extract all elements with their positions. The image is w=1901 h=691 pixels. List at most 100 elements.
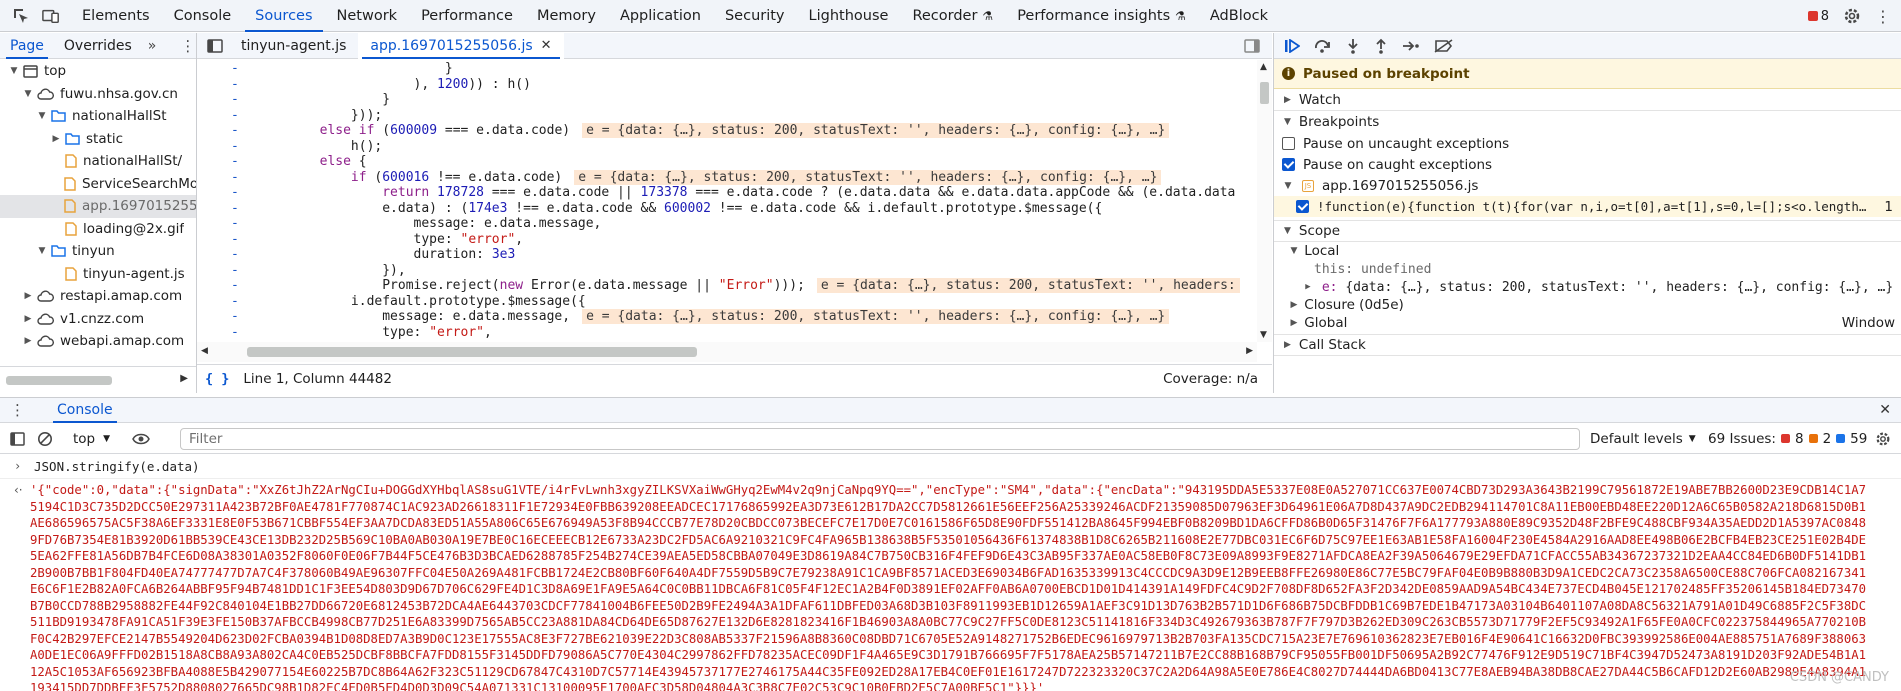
tab-console[interactable]: Console bbox=[162, 0, 244, 32]
breakpoint-file-row[interactable]: ▼ JS app.1697015255056.js bbox=[1274, 175, 1901, 196]
tree-item[interactable]: app.16970152550 bbox=[0, 195, 196, 218]
step-over-icon[interactable] bbox=[1314, 39, 1332, 53]
tab-sources[interactable]: Sources bbox=[243, 0, 324, 32]
tab-lighthouse[interactable]: Lighthouse bbox=[797, 0, 901, 32]
scope-closure[interactable]: ▶ Closure (0d5e) bbox=[1274, 296, 1901, 314]
tree-item[interactable]: ▶ restapi.amap.com bbox=[0, 285, 196, 308]
toggle-debugger-icon[interactable] bbox=[1244, 39, 1260, 53]
scroll-thumb[interactable] bbox=[247, 347, 697, 357]
resume-icon[interactable] bbox=[1284, 38, 1300, 53]
step-icon[interactable] bbox=[1402, 39, 1420, 53]
console-sidebar-icon[interactable] bbox=[10, 431, 25, 446]
issues-counter[interactable]: 69 Issues: 8 2 59 bbox=[1708, 431, 1867, 447]
code-editor[interactable]: - } - ), 1200)) : h() - } - })); - else if (… bbox=[197, 60, 1257, 342]
scroll-thumb[interactable] bbox=[1260, 82, 1269, 104]
settings-gear-icon[interactable] bbox=[1843, 7, 1861, 25]
scroll-left-arrow-icon[interactable]: ◀ bbox=[201, 346, 208, 356]
scope-local[interactable]: ▼ Local bbox=[1274, 242, 1901, 260]
editor-tab-app[interactable]: app.1697015255056.js ✕ bbox=[358, 32, 564, 59]
step-out-icon[interactable] bbox=[1374, 38, 1388, 54]
code-text: message: e.data.message, e = {data: {…}, … bbox=[257, 309, 1170, 325]
tab-network[interactable]: Network bbox=[325, 0, 410, 32]
tab-security[interactable]: Security bbox=[713, 0, 797, 32]
diff-gutter-marker: - bbox=[231, 154, 239, 169]
tree-item[interactable]: nationalHallSt/ bbox=[0, 150, 196, 173]
scope-global[interactable]: ▶ Global Window bbox=[1274, 314, 1901, 332]
scope-e[interactable]: ▶ e: {data: {…}, status: 200, statusText… bbox=[1274, 278, 1901, 296]
device-toolbar-icon[interactable] bbox=[42, 7, 60, 25]
navigator-menu-icon[interactable]: ⋮ bbox=[180, 37, 195, 55]
scroll-down-arrow-icon[interactable]: ▼ bbox=[1260, 330, 1267, 340]
inspect-element-icon[interactable] bbox=[12, 7, 30, 25]
editor-hscrollbar[interactable]: ◀ ▶ bbox=[197, 342, 1257, 362]
callstack-section[interactable]: ▶ Call Stack bbox=[1274, 334, 1901, 356]
tree-item[interactable]: ▼ top bbox=[0, 60, 196, 83]
tab-adblock[interactable]: AdBlock bbox=[1198, 0, 1280, 32]
tree-item[interactable]: ▶ v1.cnzz.com bbox=[0, 308, 196, 331]
drawer-tab-label: Console bbox=[57, 402, 113, 418]
close-tab-icon[interactable]: ✕ bbox=[541, 38, 552, 53]
tree-item[interactable]: tinyun-agent.js bbox=[0, 263, 196, 286]
coverage-status[interactable]: Coverage: n/a bbox=[1163, 371, 1258, 387]
breakpoint-checkbox[interactable] bbox=[1296, 200, 1309, 213]
live-expression-eye-icon[interactable] bbox=[132, 433, 150, 445]
more-options-icon[interactable]: ⋮ bbox=[1875, 7, 1891, 26]
tree-item[interactable]: ▶ webapi.amap.com bbox=[0, 330, 196, 353]
tab-page[interactable]: Page bbox=[0, 33, 54, 59]
code-text: })); bbox=[257, 107, 383, 123]
tab-recorder[interactable]: Recorder ⚗ bbox=[900, 0, 1005, 32]
deactivate-breakpoints-icon[interactable] bbox=[1434, 38, 1454, 53]
scroll-thumb[interactable] bbox=[6, 376, 112, 385]
console-command-row[interactable]: › JSON.stringify(e.data) bbox=[0, 455, 1901, 479]
pause-caught-row[interactable]: Pause on caught exceptions bbox=[1274, 154, 1901, 175]
diff-gutter-marker: - bbox=[231, 61, 239, 76]
tab-performance[interactable]: Performance bbox=[409, 0, 525, 32]
filter-input[interactable]: Filter bbox=[180, 428, 1580, 450]
editor-tab-label: tinyun-agent.js bbox=[241, 37, 347, 54]
scope-section[interactable]: ▼ Scope bbox=[1274, 220, 1901, 242]
breakpoints-section[interactable]: ▼ Breakpoints bbox=[1274, 111, 1901, 133]
more-tabs-chevron-icon[interactable]: » bbox=[148, 38, 157, 54]
step-into-icon[interactable] bbox=[1346, 38, 1360, 54]
pause-uncaught-checkbox[interactable] bbox=[1282, 137, 1295, 150]
tree-item[interactable]: loading@2x.gif bbox=[0, 218, 196, 241]
editor-tab-tinyun[interactable]: tinyun-agent.js bbox=[229, 33, 358, 59]
error-icon bbox=[1807, 11, 1818, 21]
breakpoint-entry[interactable]: !function(e){function t(t){for(var n,i,o… bbox=[1274, 196, 1901, 217]
tree-item[interactable]: ▼ nationalHallSt bbox=[0, 105, 196, 128]
tree-item[interactable]: ▶ static bbox=[0, 128, 196, 151]
tab-overrides[interactable]: Overrides bbox=[54, 33, 142, 59]
drawer-menu-icon[interactable]: ⋮ bbox=[10, 401, 25, 419]
tree-item[interactable]: ▼ tinyun bbox=[0, 240, 196, 263]
pretty-print-icon[interactable]: { } bbox=[205, 371, 229, 387]
tree-item[interactable]: ServiceSearchMod bbox=[0, 173, 196, 196]
close-drawer-icon[interactable]: ✕ bbox=[1879, 402, 1891, 418]
drawer-tab-console[interactable]: Console bbox=[47, 397, 123, 423]
console-settings-gear-icon[interactable] bbox=[1875, 431, 1891, 447]
tab-application[interactable]: Application bbox=[608, 0, 713, 32]
tab-memory[interactable]: Memory bbox=[525, 0, 608, 32]
console-result-row[interactable]: ‹· '{"code":0,"data":{"signData":"XxZ6tJ… bbox=[0, 479, 1901, 691]
section-title: Breakpoints bbox=[1298, 114, 1380, 130]
issues-orange-count: 2 bbox=[1822, 430, 1832, 447]
scroll-right-arrow-icon[interactable]: ▶ bbox=[1246, 346, 1253, 356]
editor-vscrollbar[interactable]: ▲ ▼ bbox=[1257, 60, 1272, 342]
error-badge[interactable]: 8 bbox=[1807, 9, 1829, 24]
watch-section[interactable]: ▶ Watch bbox=[1274, 89, 1901, 111]
log-levels-dropdown[interactable]: Default levels ▼ bbox=[1590, 431, 1696, 447]
tree-item-label: restapi.amap.com bbox=[60, 288, 183, 305]
expand-triangle-icon: ▶ bbox=[1290, 318, 1298, 328]
tab-performance-insights[interactable]: Performance insights ⚗ bbox=[1005, 0, 1198, 32]
toggle-navigator-icon[interactable] bbox=[207, 38, 223, 53]
pause-uncaught-row[interactable]: Pause on uncaught exceptions bbox=[1274, 133, 1901, 154]
console-output[interactable]: › JSON.stringify(e.data) ‹· '{"code":0,"… bbox=[0, 455, 1901, 691]
pause-caught-checkbox[interactable] bbox=[1282, 158, 1295, 171]
tab-elements[interactable]: Elements bbox=[70, 0, 162, 32]
tree-item[interactable]: ▼ fuwu.nhsa.gov.cn bbox=[0, 83, 196, 106]
navigator-hscrollbar[interactable]: ▶ bbox=[0, 366, 196, 392]
context-selector[interactable]: top ▼ bbox=[73, 431, 110, 447]
scroll-right-arrow-icon[interactable]: ▶ bbox=[180, 373, 188, 384]
inline-value-preview: e = {data: {…}, status: 200, statusText:… bbox=[582, 123, 1170, 138]
scroll-up-arrow-icon[interactable]: ▲ bbox=[1260, 62, 1267, 72]
clear-console-icon[interactable] bbox=[37, 431, 53, 447]
